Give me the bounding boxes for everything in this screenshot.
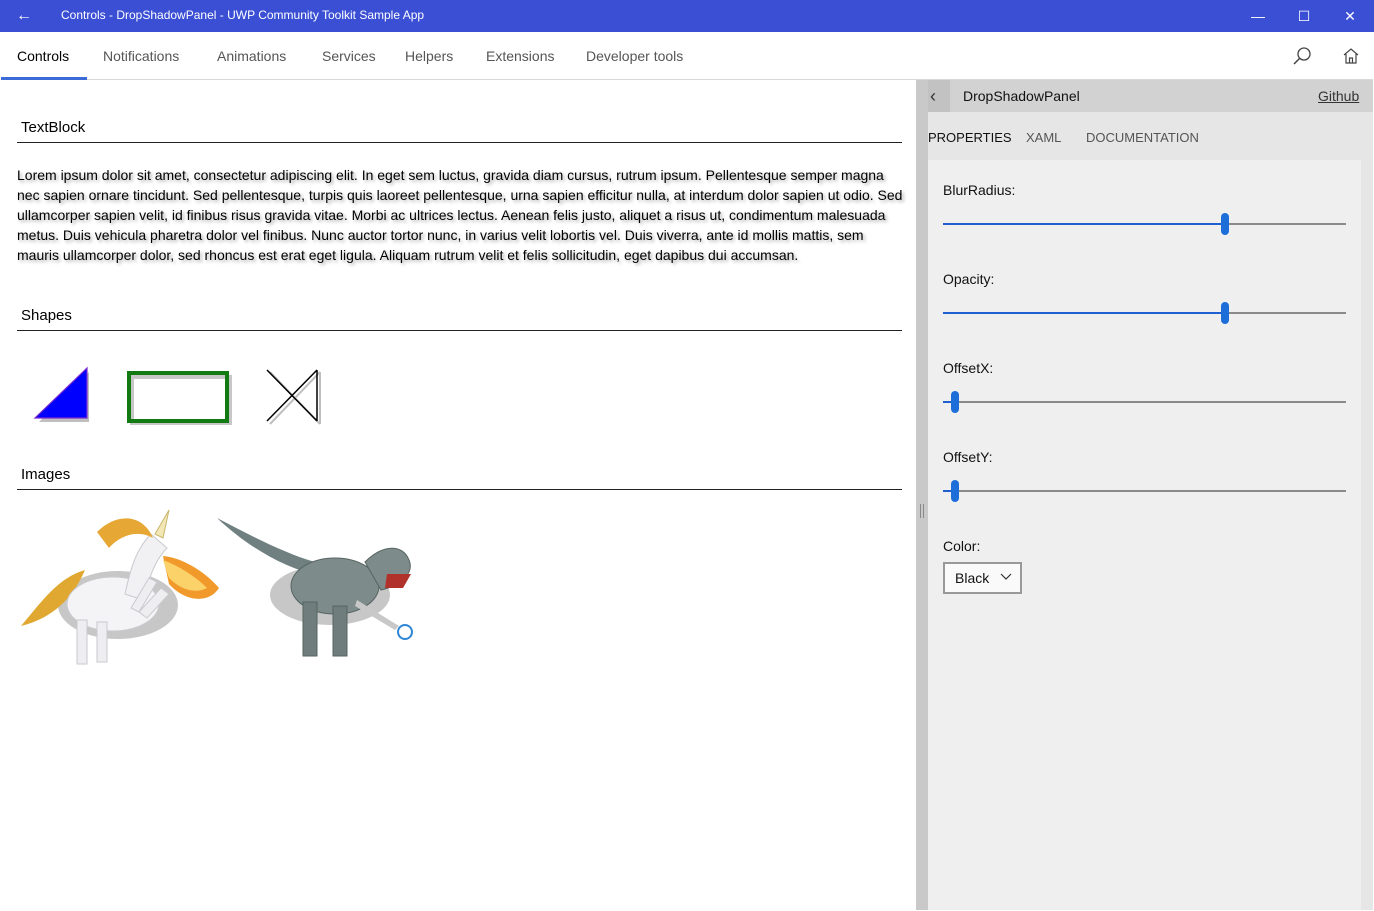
offsety-label: OffsetY: [943,449,993,465]
opacity-slider[interactable] [943,301,1346,325]
blurradius-label: BlurRadius: [943,182,1016,198]
tab-properties[interactable]: PROPERTIES [928,130,1012,145]
panel-title: DropShadowPanel [963,88,1080,104]
nav-item-developer-tools[interactable]: Developer tools [586,48,683,64]
slider-track [943,490,1346,492]
slider-fill [943,312,1225,314]
rectangle-shape [127,371,232,425]
slider-track [943,401,1346,403]
home-icon[interactable] [1341,46,1361,66]
nav-item-animations[interactable]: Animations [217,48,286,64]
splitter-grip[interactable] [920,504,924,518]
slider-thumb[interactable] [951,480,959,502]
triangle-shape [33,366,89,422]
trex-image [217,518,413,657]
nav-item-helpers[interactable]: Helpers [405,48,453,64]
nav-item-services[interactable]: Services [322,48,376,64]
color-label: Color: [943,538,981,554]
divider [17,142,902,143]
nav-item-extensions[interactable]: Extensions [486,48,554,64]
unicorn-image [21,509,219,665]
chevron-down-icon [1000,573,1012,580]
tab-xaml[interactable]: XAML [1026,130,1061,145]
opacity-label: Opacity: [943,271,995,287]
shapes-heading: Shapes [21,307,72,324]
textblock-body: Lorem ipsum dolor sit amet, consectetur … [17,167,903,263]
search-icon[interactable] [1292,46,1312,66]
nav-item-controls[interactable]: Controls [17,48,69,64]
tab-documentation[interactable]: DOCUMENTATION [1086,130,1199,145]
textblock-heading: TextBlock [21,119,86,136]
minimize-button[interactable]: — [1235,0,1281,32]
window-title: Controls - DropShadowPanel - UWP Communi… [61,8,425,22]
slider-thumb[interactable] [1221,302,1229,324]
title-bar: ← Controls - DropShadowPanel - UWP Commu… [0,0,1374,32]
properties-list: BlurRadius: Opacity: OffsetX: OffsetY: C… [928,160,1361,910]
panel-splitter[interactable] [916,80,928,910]
divider [17,330,902,331]
offsetx-label: OffsetX: [943,360,994,376]
property-panel: ‹ DropShadowPanel Github PROPERTIES XAML… [916,80,1373,910]
nav-item-notifications[interactable]: Notifications [103,48,179,64]
color-dropdown[interactable]: Black [943,562,1022,594]
close-button[interactable]: ✕ [1327,0,1373,32]
blurradius-slider[interactable] [943,212,1346,236]
slider-fill [943,223,1225,225]
offsety-slider[interactable] [943,479,1346,503]
panel-header: ‹ DropShadowPanel Github [916,80,1373,112]
images-heading: Images [21,466,71,483]
offsetx-slider[interactable] [943,390,1346,414]
color-dropdown-value: Black [955,570,990,586]
crossed-box-shape [266,369,321,425]
back-arrow-icon[interactable]: ← [10,4,38,28]
sample-content: TextBlock Lorem ipsum dolor sit amet, co… [1,80,916,910]
top-navigation: Controls Notifications Animations Servic… [1,32,1373,80]
divider [17,489,902,490]
maximize-button[interactable]: ☐ [1281,0,1327,32]
slider-thumb[interactable] [951,391,959,413]
slider-thumb[interactable] [1221,213,1229,235]
github-link[interactable]: Github [1318,88,1359,104]
